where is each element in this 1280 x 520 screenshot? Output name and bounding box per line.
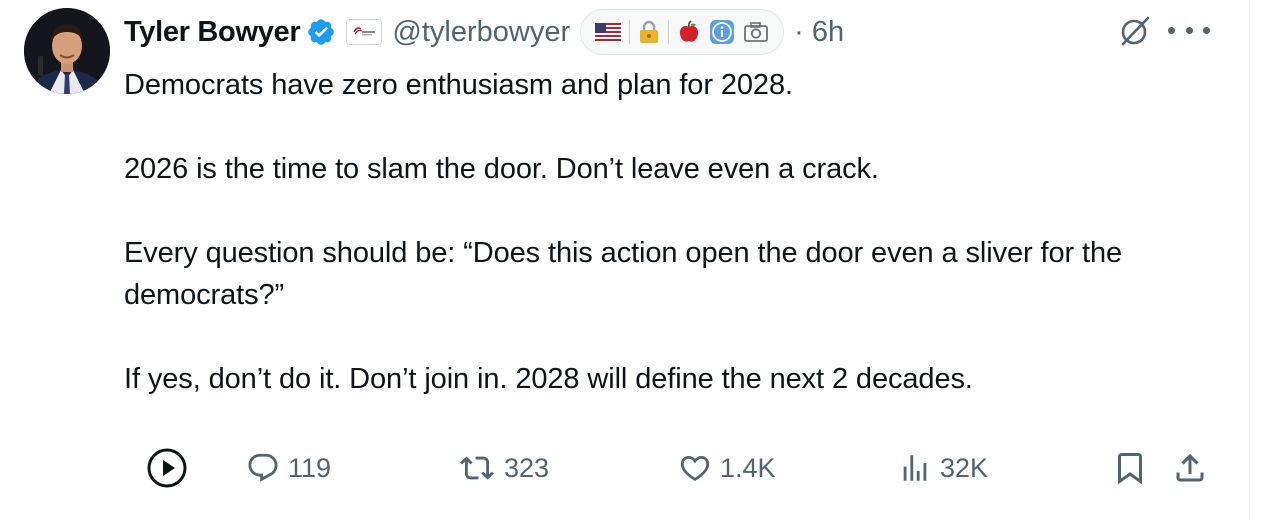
camera-icon — [744, 22, 769, 42]
info-icon — [710, 20, 735, 44]
flag-us-icon — [595, 23, 622, 41]
author-name[interactable]: Tyler Bowyer — [124, 16, 301, 49]
reply-count: 119 — [288, 452, 332, 483]
share-button[interactable] — [1172, 442, 1208, 494]
organization-logo-icon[interactable] — [346, 19, 383, 45]
bio-emoji-strip — [580, 9, 785, 55]
emoji-separator — [668, 20, 670, 44]
apple-icon — [679, 20, 699, 42]
emoji-separator — [629, 20, 631, 44]
view-count: 32K — [940, 452, 989, 483]
tweet[interactable]: Tyler Bowyer @tylerbowyer · 6h Democrats… — [0, 0, 1280, 520]
tweet-paragraph: If yes, don’t do it. Don’t join in. 2028… — [124, 363, 973, 395]
more-dot — [1185, 26, 1193, 34]
repost-button[interactable]: 323 — [458, 442, 549, 494]
avatar-image — [24, 8, 110, 94]
views-button[interactable]: 32K — [898, 442, 988, 494]
reply-icon — [248, 453, 278, 482]
lock-icon — [640, 20, 659, 43]
like-button[interactable]: 1.4K — [678, 442, 776, 494]
verified-badge-icon[interactable] — [306, 17, 336, 47]
more-options-icon[interactable] — [1168, 18, 1210, 42]
action-bar: 119 323 1.4K 32K — [0, 442, 1280, 494]
bookmark-icon — [1118, 453, 1142, 485]
tweet-paragraph: Every question should be: “Does this act… — [124, 237, 1123, 311]
author-handle[interactable]: @tylerbowyer — [392, 16, 570, 49]
grok-icon[interactable] — [1118, 14, 1152, 48]
avatar[interactable] — [24, 8, 110, 94]
reply-button[interactable]: 119 — [246, 442, 331, 494]
more-dot — [1168, 26, 1175, 34]
heart-icon — [680, 455, 710, 481]
tweet-text: Democrats have zero enthusiasm and plan … — [124, 64, 1224, 400]
repost-count: 323 — [504, 452, 550, 483]
more-dot — [1203, 26, 1210, 34]
bookmark-button[interactable] — [1112, 442, 1148, 494]
play-button[interactable] — [146, 442, 188, 494]
timestamp[interactable]: · 6h — [794, 16, 844, 49]
analytics-icon — [903, 455, 927, 481]
repost-icon — [460, 456, 494, 480]
tweet-header: Tyler Bowyer @tylerbowyer · 6h — [124, 9, 844, 55]
tweet-paragraph: Democrats have zero enthusiasm and plan … — [124, 69, 793, 101]
like-count: 1.4K — [720, 452, 776, 483]
tweet-paragraph: 2026 is the time to slam the door. Don’t… — [124, 153, 879, 185]
play-icon — [147, 448, 187, 488]
share-icon — [1176, 453, 1204, 482]
